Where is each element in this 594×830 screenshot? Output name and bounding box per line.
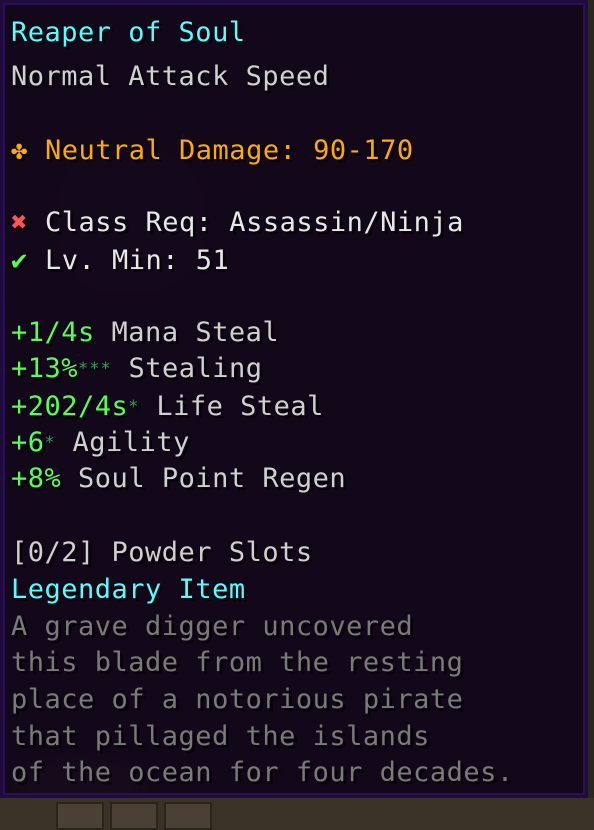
id-name: Stealing [128, 353, 263, 384]
level-requirement: ✔ Lv. Min: 51 [11, 243, 229, 279]
class-requirement: ✖ Class Req: Assassin/Ninja [11, 205, 464, 241]
check-icon: ✔ [11, 245, 28, 276]
item-tooltip: Reaper of Soul Normal Attack Speed ✤ Neut… [0, 0, 588, 798]
identification-row: +13%*** Stealing [11, 351, 263, 387]
id-stars: *** [78, 359, 112, 379]
powder-slots: [0/2] Powder Slots [11, 537, 313, 568]
class-requirement-text: Class Req: Assassin/Ninja [45, 207, 464, 238]
identification-row: +1/4s Mana Steal [11, 315, 279, 351]
lore-line: that pillaged the islands [11, 721, 430, 752]
id-value: +202/4s [11, 391, 129, 422]
damage-text: Neutral Damage: 90-170 [45, 135, 414, 166]
lore-line: this blade from the resting [11, 647, 464, 678]
lore-line: A grave digger uncovered [11, 611, 414, 642]
id-value: +8% [11, 463, 62, 494]
identification-row: +6* Agility [11, 425, 190, 461]
level-requirement-text: Lv. Min: 51 [45, 245, 230, 276]
item-tier: Legendary Item [11, 574, 246, 605]
id-value: +6 [11, 427, 45, 458]
hotbar-slot[interactable] [164, 802, 212, 830]
id-name: Soul Point Regen [78, 463, 347, 494]
item-name: Reaper of Soul [11, 17, 246, 48]
id-stars: * [44, 433, 56, 453]
identification-row: +202/4s* Life Steal [11, 389, 324, 425]
id-name: Mana Steal [111, 317, 280, 348]
id-value: +13% [11, 353, 79, 384]
hotbar-strip [0, 798, 594, 830]
id-value: +1/4s [11, 317, 95, 348]
attack-speed: Normal Attack Speed [11, 61, 330, 92]
damage-line: ✤ Neutral Damage: 90-170 [11, 133, 414, 169]
id-name: Life Steal [156, 391, 324, 422]
hotbar-slot[interactable] [56, 802, 104, 830]
lore-line: of the ocean for four decades. [11, 757, 514, 788]
id-stars: * [128, 397, 140, 417]
id-name: Agility [72, 427, 190, 458]
lore-line: place of a notorious pirate [11, 684, 464, 715]
neutral-damage-icon: ✤ [11, 135, 28, 166]
identification-row: +8% Soul Point Regen [11, 461, 346, 497]
hotbar-slot[interactable] [110, 802, 158, 830]
cross-icon: ✖ [11, 207, 28, 238]
